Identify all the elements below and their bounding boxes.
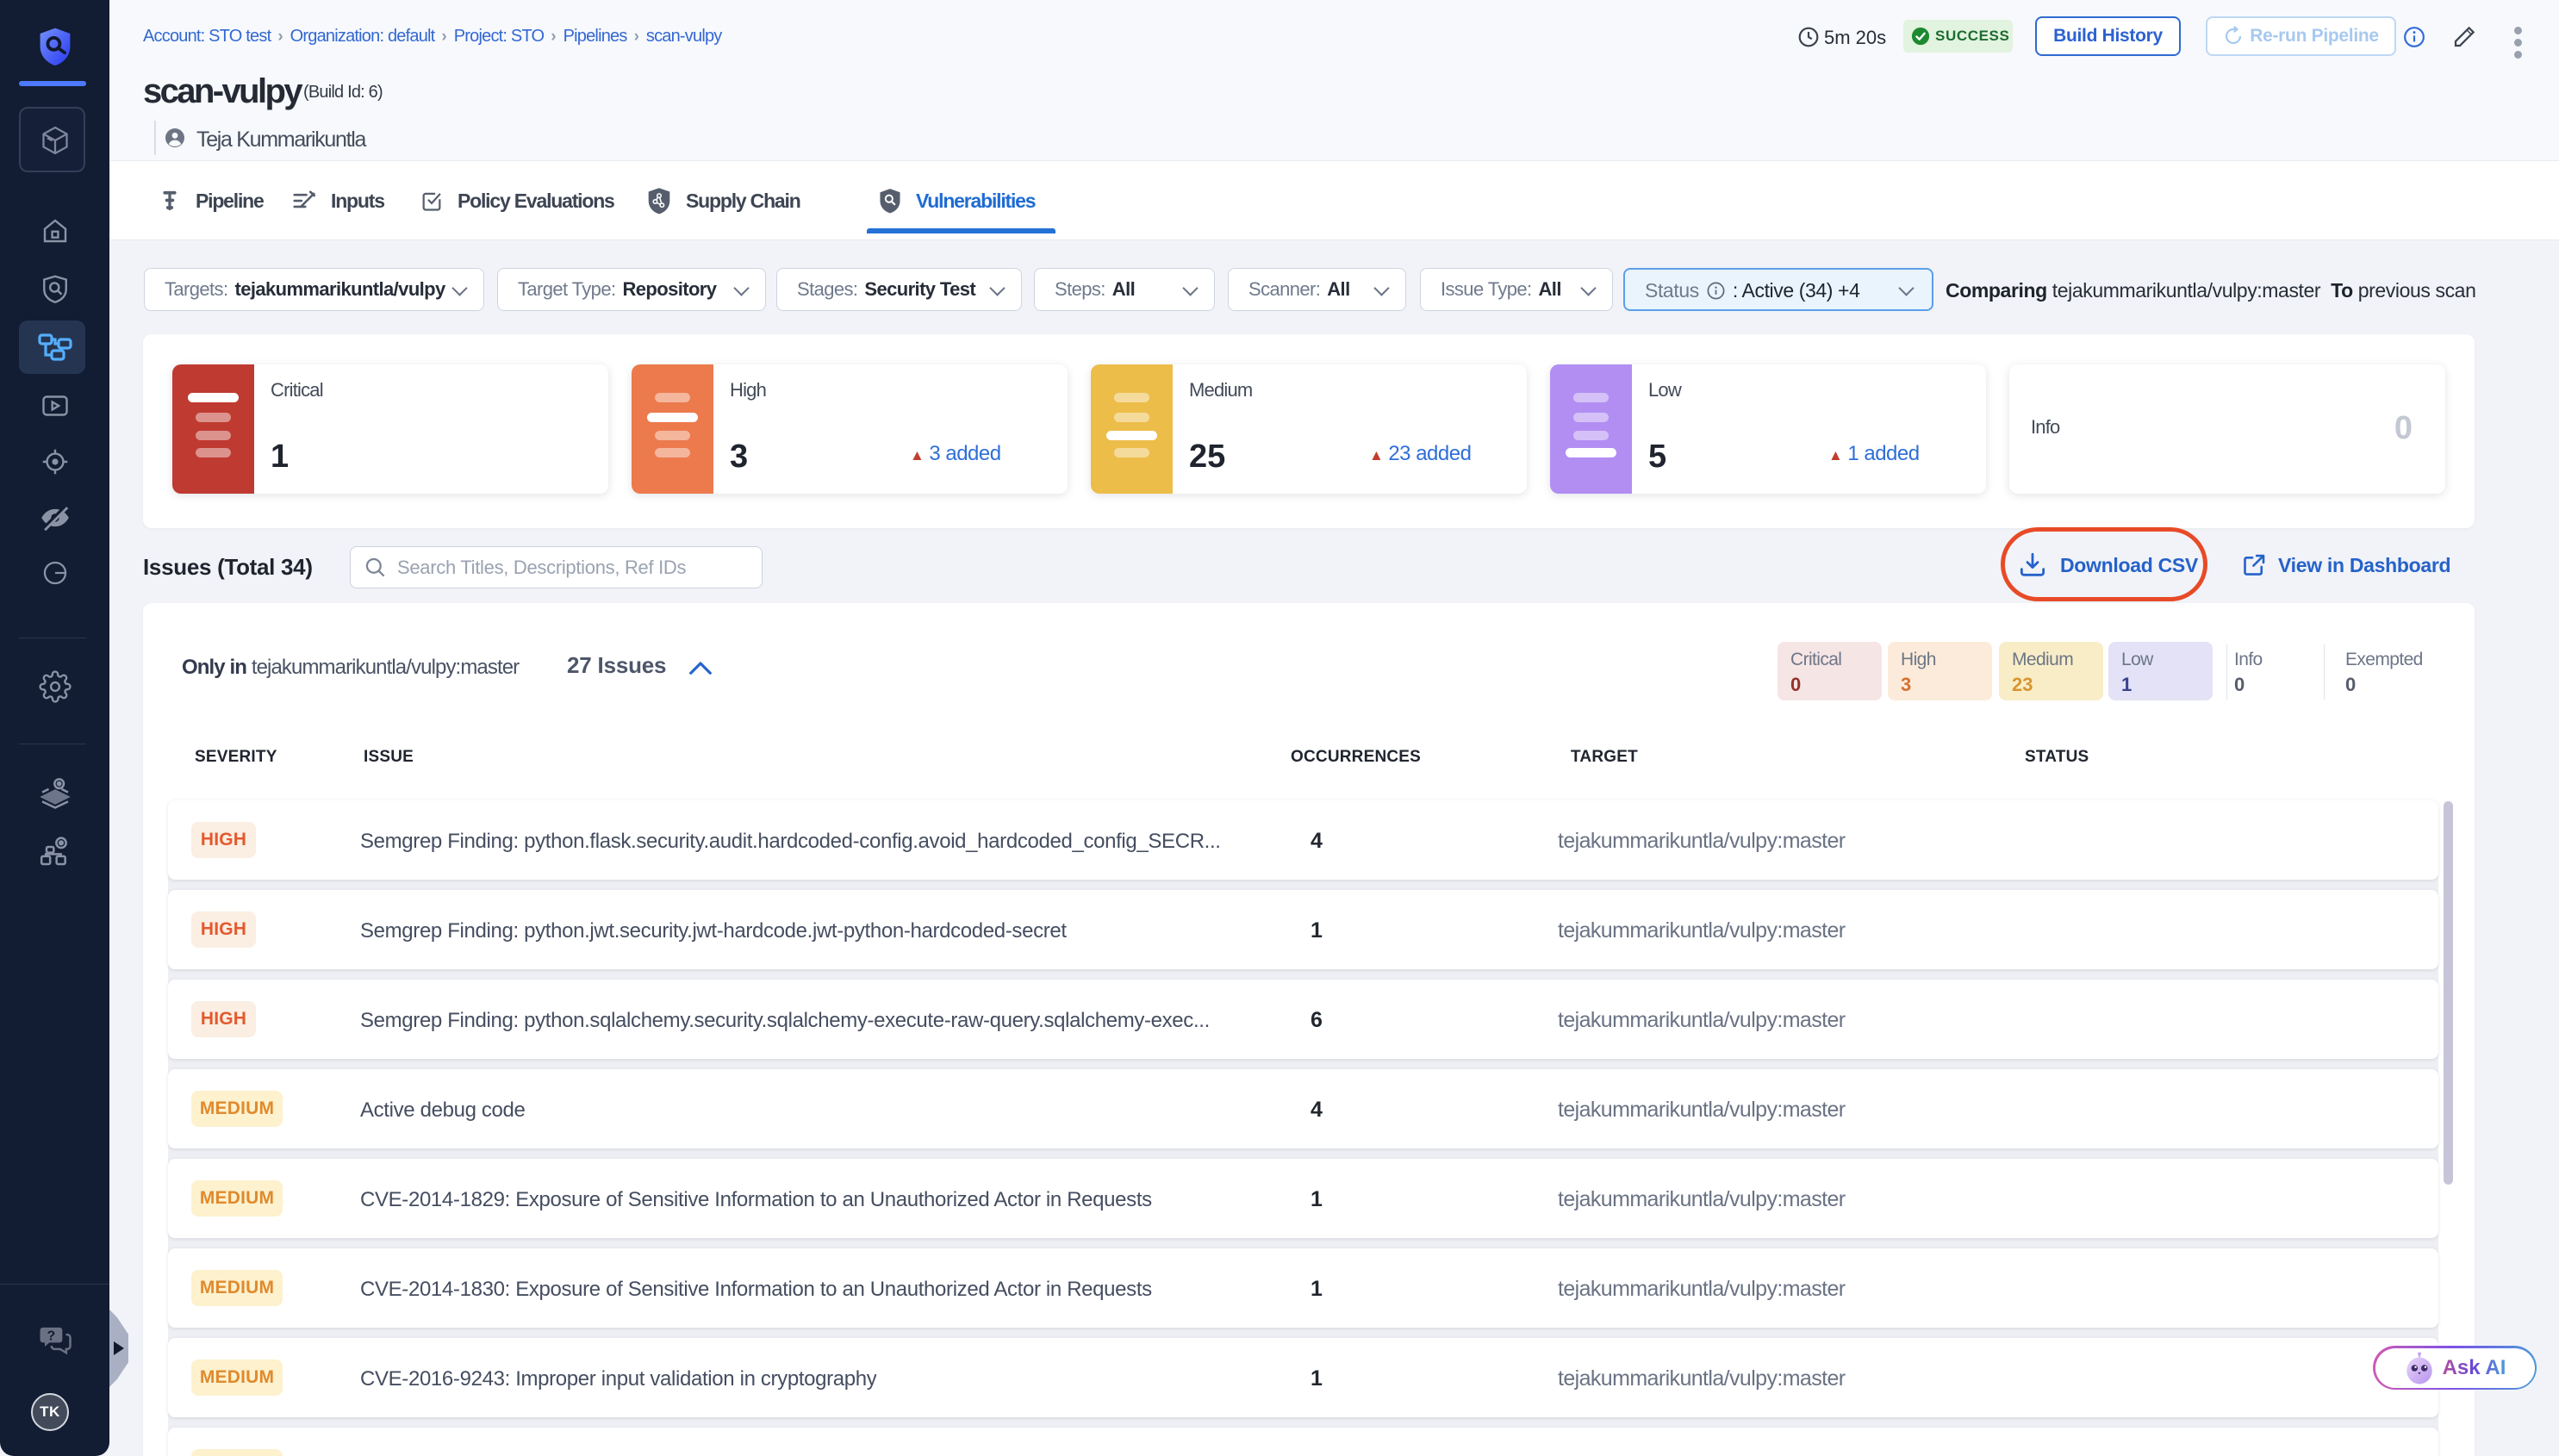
svg-text:?: ?: [47, 1329, 55, 1344]
